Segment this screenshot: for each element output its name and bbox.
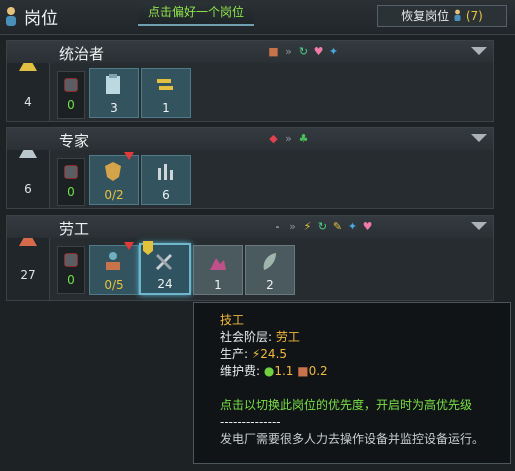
happiness-icon: ♥ — [362, 220, 373, 233]
trade-icon — [157, 79, 173, 90]
tooltip-title: 技工 — [220, 313, 245, 327]
researcher-icon — [158, 164, 173, 180]
technician-icon — [156, 254, 172, 270]
job-count: 1 — [214, 278, 222, 292]
stratum-workers: 27 劳工 - » ⚡ ↻ ✎ ✦ ♥ 0 0/5 24 1 2 — [6, 215, 494, 301]
tooltip-upkeep: 维护费: ●1.1 ■0.2 — [220, 363, 328, 380]
priority-flag-icon — [143, 241, 153, 255]
stratum-header[interactable]: 专家 ◆ » ♣ — [7, 128, 493, 150]
job-count: 24 — [157, 277, 173, 291]
stratum-modifiers: ■ » ↻ ♥ ✦ — [267, 45, 340, 59]
job-count: 0/2 — [104, 188, 124, 202]
stratum-header[interactable]: 劳工 - » ⚡ ↻ ✎ ✦ ♥ — [7, 216, 493, 238]
chevron-down-icon[interactable] — [471, 47, 487, 55]
stratum-rulers: 4 统治者 ■ » ↻ ♥ ✦ 0 3 1 — [6, 40, 494, 122]
upkeep-goods: 0.2 — [308, 364, 328, 378]
worker-icon — [106, 252, 120, 270]
decrease-arrow-icon — [124, 152, 134, 160]
tooltip-description: 发电厂需要很多人力去操作设备并监控设备运行。 — [220, 432, 485, 446]
unemployed-icon — [64, 253, 78, 267]
pop-icon — [6, 7, 16, 26]
unemployed-count: 0 — [67, 185, 75, 199]
job-tooltip: 技工 社会阶层: 劳工 生产: ⚡24.5 维护费: ●1.1 ■0.2 点击以… — [193, 302, 511, 464]
job-merchant[interactable]: 1 — [141, 68, 191, 118]
miner-icon — [210, 258, 226, 270]
arrows-icon: » — [289, 220, 296, 233]
tooltip-priority-hint: 点击以切换此岗位的优先度，开启时为高优先级 — [220, 398, 473, 412]
modifier-prefix: - — [275, 220, 280, 233]
job-miner[interactable]: 1 — [193, 245, 243, 295]
cycle-icon: ↻ — [317, 220, 328, 233]
job-enforcer[interactable]: 0/2 — [89, 152, 139, 205]
job-count: 2 — [266, 278, 274, 292]
stratum-modifiers: - » ⚡ ↻ ✎ ✦ ♥ — [271, 220, 374, 234]
chevron-down-icon[interactable] — [471, 134, 487, 142]
page-title: 岗位 — [24, 9, 58, 29]
job-researcher[interactable]: 6 — [141, 155, 191, 205]
consumer-goods-icon: ■ — [268, 45, 279, 58]
stratum-name: 劳工 — [59, 220, 90, 238]
unemployed-slot[interactable]: 0 — [57, 158, 85, 206]
prefer-job-hint: 点击偏好一个岗位 — [138, 2, 255, 26]
stratum-label: 社会阶层: — [220, 330, 276, 344]
stratum-pop-count: 4 — [24, 95, 32, 109]
stratum-name: 专家 — [59, 132, 90, 150]
stratum-modifiers: ◆ » ♣ — [267, 132, 310, 146]
produce-value: 24.5 — [260, 347, 288, 361]
unity-icon: ✦ — [328, 45, 339, 58]
tooltip-stratum: 社会阶层: 劳工 — [220, 329, 300, 346]
happiness-icon: ♥ — [313, 45, 324, 58]
unemployed-count: 0 — [67, 98, 75, 112]
unity-icon: ✦ — [347, 220, 358, 233]
arrows-icon: » — [285, 45, 292, 58]
upkeep-food: 1.1 — [274, 364, 294, 378]
upkeep-label: 维护费: — [220, 364, 264, 378]
stratum-pop-count: 6 — [24, 182, 32, 196]
unemployed-slot[interactable]: 0 — [57, 71, 85, 119]
chevron-down-icon[interactable] — [471, 222, 487, 230]
decrease-arrow-icon — [124, 242, 134, 250]
badge-icon — [105, 162, 121, 181]
job-count: 0/5 — [104, 278, 124, 292]
arrows-icon: » — [285, 132, 292, 145]
stratum-pop-count: 27 — [20, 268, 36, 282]
unemployed-icon — [64, 165, 78, 179]
job-count: 1 — [162, 101, 170, 115]
cycle-icon: ↻ — [298, 45, 309, 58]
job-clerk[interactable]: 0/5 — [89, 242, 139, 295]
job-administrator[interactable]: 3 — [89, 68, 139, 118]
produce-label: 生产: — [220, 347, 252, 361]
restore-jobs-button[interactable]: 恢复岗位 (7) — [377, 5, 507, 27]
growth-icon: ♣ — [298, 132, 309, 145]
pop-icon — [454, 9, 461, 21]
energy-icon: ⚡ — [303, 220, 312, 233]
restore-count: (7) — [465, 9, 483, 23]
stratum-specialists: 6 专家 ◆ » ♣ 0 0/2 6 — [6, 127, 494, 209]
clipboard-icon — [106, 74, 120, 94]
stratum-value: 劳工 — [275, 330, 300, 344]
job-count: 6 — [162, 188, 170, 202]
food-icon: ● — [263, 364, 275, 378]
unemployed-slot[interactable]: 0 — [57, 246, 85, 294]
job-farmer[interactable]: 2 — [245, 245, 295, 295]
restore-jobs-label: 恢复岗位 — [401, 9, 450, 23]
stratum-name: 统治者 — [59, 45, 105, 63]
tooltip-separator: -------------- — [220, 415, 281, 429]
unemployed-icon — [64, 78, 78, 92]
stratum-header[interactable]: 统治者 ■ » ↻ ♥ ✦ — [7, 41, 493, 63]
tooltip-produce: 生产: ⚡24.5 — [220, 346, 287, 363]
minerals-icon: ✎ — [332, 220, 343, 233]
unemployed-count: 0 — [67, 273, 75, 287]
job-technician[interactable]: 24 — [139, 241, 191, 295]
job-count: 3 — [110, 101, 118, 115]
farmer-icon — [263, 253, 276, 270]
rare-crystal-icon: ◆ — [269, 132, 278, 145]
consumer-goods-icon: ■ — [297, 364, 309, 378]
